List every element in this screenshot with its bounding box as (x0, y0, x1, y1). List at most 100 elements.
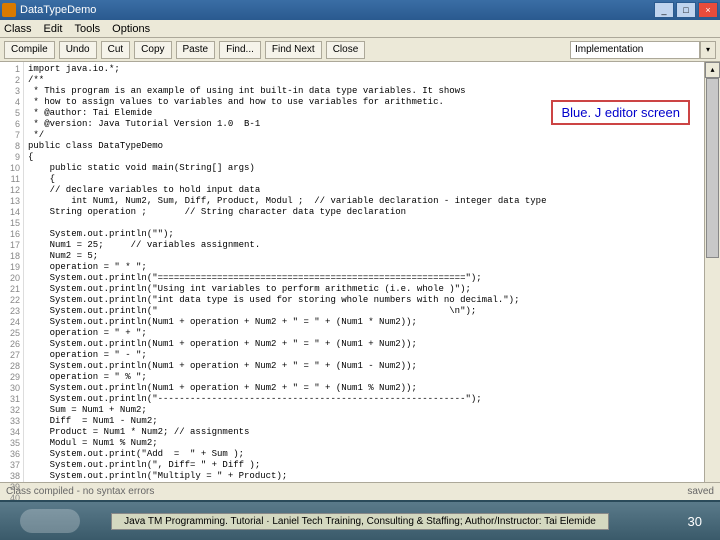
line-number: 5 (0, 108, 20, 119)
code-line[interactable]: operation = " - "; (28, 350, 716, 361)
toolbar: Compile Undo Cut Copy Paste Find... Find… (0, 38, 720, 62)
line-number: 7 (0, 130, 20, 141)
line-number: 31 (0, 394, 20, 405)
code-line[interactable]: Modul = Num1 % Num2; (28, 438, 716, 449)
line-number: 11 (0, 174, 20, 185)
line-number: 2 (0, 75, 20, 86)
code-line[interactable]: System.out.println("====================… (28, 273, 716, 284)
paste-button[interactable]: Paste (176, 41, 216, 59)
annotation-callout: Blue. J editor screen (551, 100, 690, 125)
code-line[interactable]: System.out.println("int data type is use… (28, 295, 716, 306)
code-line[interactable]: public static void main(String[] args) (28, 163, 716, 174)
line-number: 3 (0, 86, 20, 97)
cut-button[interactable]: Cut (101, 41, 131, 59)
slide-number: 30 (688, 514, 702, 529)
vertical-scrollbar[interactable]: ▴ (704, 62, 720, 482)
line-number: 10 (0, 163, 20, 174)
line-number: 24 (0, 317, 20, 328)
line-number: 33 (0, 416, 20, 427)
menu-tools[interactable]: Tools (74, 23, 100, 35)
line-number: 30 (0, 383, 20, 394)
find-button[interactable]: Find... (219, 41, 261, 59)
code-line[interactable]: Num2 = 5; (28, 251, 716, 262)
code-line[interactable]: System.out.println("Using int variables … (28, 284, 716, 295)
copy-button[interactable]: Copy (134, 41, 171, 59)
status-left: Class compiled - no syntax errors (6, 486, 154, 497)
line-number: 13 (0, 196, 20, 207)
line-number: 1 (0, 64, 20, 75)
code-line[interactable]: operation = " + "; (28, 328, 716, 339)
line-number: 12 (0, 185, 20, 196)
line-number: 18 (0, 251, 20, 262)
footer-text: Java TM Programming. Tutorial · Laniel T… (111, 513, 609, 530)
code-line[interactable]: * This program is an example of using in… (28, 86, 716, 97)
code-line[interactable]: operation = " % "; (28, 372, 716, 383)
undo-button[interactable]: Undo (59, 41, 97, 59)
footer-logo (20, 509, 80, 533)
code-line[interactable]: Num1 = 25; // variables assignment. (28, 240, 716, 251)
window-titlebar: DataTypeDemo _ □ × (0, 0, 720, 20)
code-line[interactable]: System.out.println(Num1 + operation + Nu… (28, 361, 716, 372)
code-line[interactable]: System.out.println(" \n"); (28, 306, 716, 317)
code-line[interactable]: { (28, 174, 716, 185)
close-editor-button[interactable]: Close (326, 41, 366, 59)
code-line[interactable]: { (28, 152, 716, 163)
line-number: 32 (0, 405, 20, 416)
code-line[interactable]: System.out.println(Num1 + operation + Nu… (28, 383, 716, 394)
code-line[interactable]: System.out.println(Num1 + operation + Nu… (28, 339, 716, 350)
scroll-up-icon[interactable]: ▴ (705, 62, 720, 78)
code-line[interactable]: /** (28, 75, 716, 86)
code-line[interactable]: Diff = Num1 - Num2; (28, 416, 716, 427)
code-line[interactable]: Product = Num1 * Num2; // assignments (28, 427, 716, 438)
line-number: 22 (0, 295, 20, 306)
line-number: 15 (0, 218, 20, 229)
window-controls: _ □ × (654, 2, 718, 18)
line-number: 29 (0, 372, 20, 383)
code-line[interactable]: int Num1, Num2, Sum, Diff, Product, Modu… (28, 196, 716, 207)
line-number: 9 (0, 152, 20, 163)
code-line[interactable]: import java.io.*; (28, 64, 716, 75)
code-line[interactable]: // declare variables to hold input data (28, 185, 716, 196)
maximize-button[interactable]: □ (676, 2, 696, 18)
code-line[interactable]: public class DataTypeDemo (28, 141, 716, 152)
minimize-button[interactable]: _ (654, 2, 674, 18)
menu-edit[interactable]: Edit (44, 23, 63, 35)
line-number-gutter: 1234567891011121314151617181920212223242… (0, 62, 24, 482)
slide-footer: Java TM Programming. Tutorial · Laniel T… (0, 500, 720, 540)
code-line[interactable]: System.out.println(""); (28, 229, 716, 240)
code-line[interactable]: Sum = Num1 + Num2; (28, 405, 716, 416)
line-number: 17 (0, 240, 20, 251)
line-number: 6 (0, 119, 20, 130)
code-line[interactable]: System.out.println(Num1 + operation + Nu… (28, 317, 716, 328)
line-number: 20 (0, 273, 20, 284)
code-line[interactable]: System.out.println(", Diff= " + Diff ); (28, 460, 716, 471)
line-number: 26 (0, 339, 20, 350)
line-number: 34 (0, 427, 20, 438)
close-button[interactable]: × (698, 2, 718, 18)
scroll-thumb[interactable] (706, 78, 719, 258)
line-number: 37 (0, 460, 20, 471)
line-number: 8 (0, 141, 20, 152)
view-mode-field[interactable] (570, 41, 700, 59)
code-line[interactable]: System.out.println("--------------------… (28, 394, 716, 405)
code-line[interactable]: String operation ; // String character d… (28, 207, 716, 218)
code-line[interactable]: operation = " * "; (28, 262, 716, 273)
view-mode-dropdown-icon[interactable]: ▾ (700, 41, 716, 59)
find-next-button[interactable]: Find Next (265, 41, 322, 59)
line-number: 38 (0, 471, 20, 482)
line-number: 28 (0, 361, 20, 372)
line-number: 27 (0, 350, 20, 361)
menu-class[interactable]: Class (4, 23, 32, 35)
code-editor[interactable]: import java.io.*;/** * This program is a… (24, 62, 720, 482)
compile-button[interactable]: Compile (4, 41, 55, 59)
code-line[interactable] (28, 218, 716, 229)
menu-options[interactable]: Options (112, 23, 150, 35)
titlebar-left: DataTypeDemo (2, 3, 96, 17)
line-number: 19 (0, 262, 20, 273)
line-number: 14 (0, 207, 20, 218)
code-line[interactable]: System.out.print("Add = " + Sum ); (28, 449, 716, 460)
code-line[interactable]: */ (28, 130, 716, 141)
code-line[interactable]: System.out.println("Multiply = " + Produ… (28, 471, 716, 482)
line-number: 16 (0, 229, 20, 240)
editor-area: 1234567891011121314151617181920212223242… (0, 62, 720, 482)
